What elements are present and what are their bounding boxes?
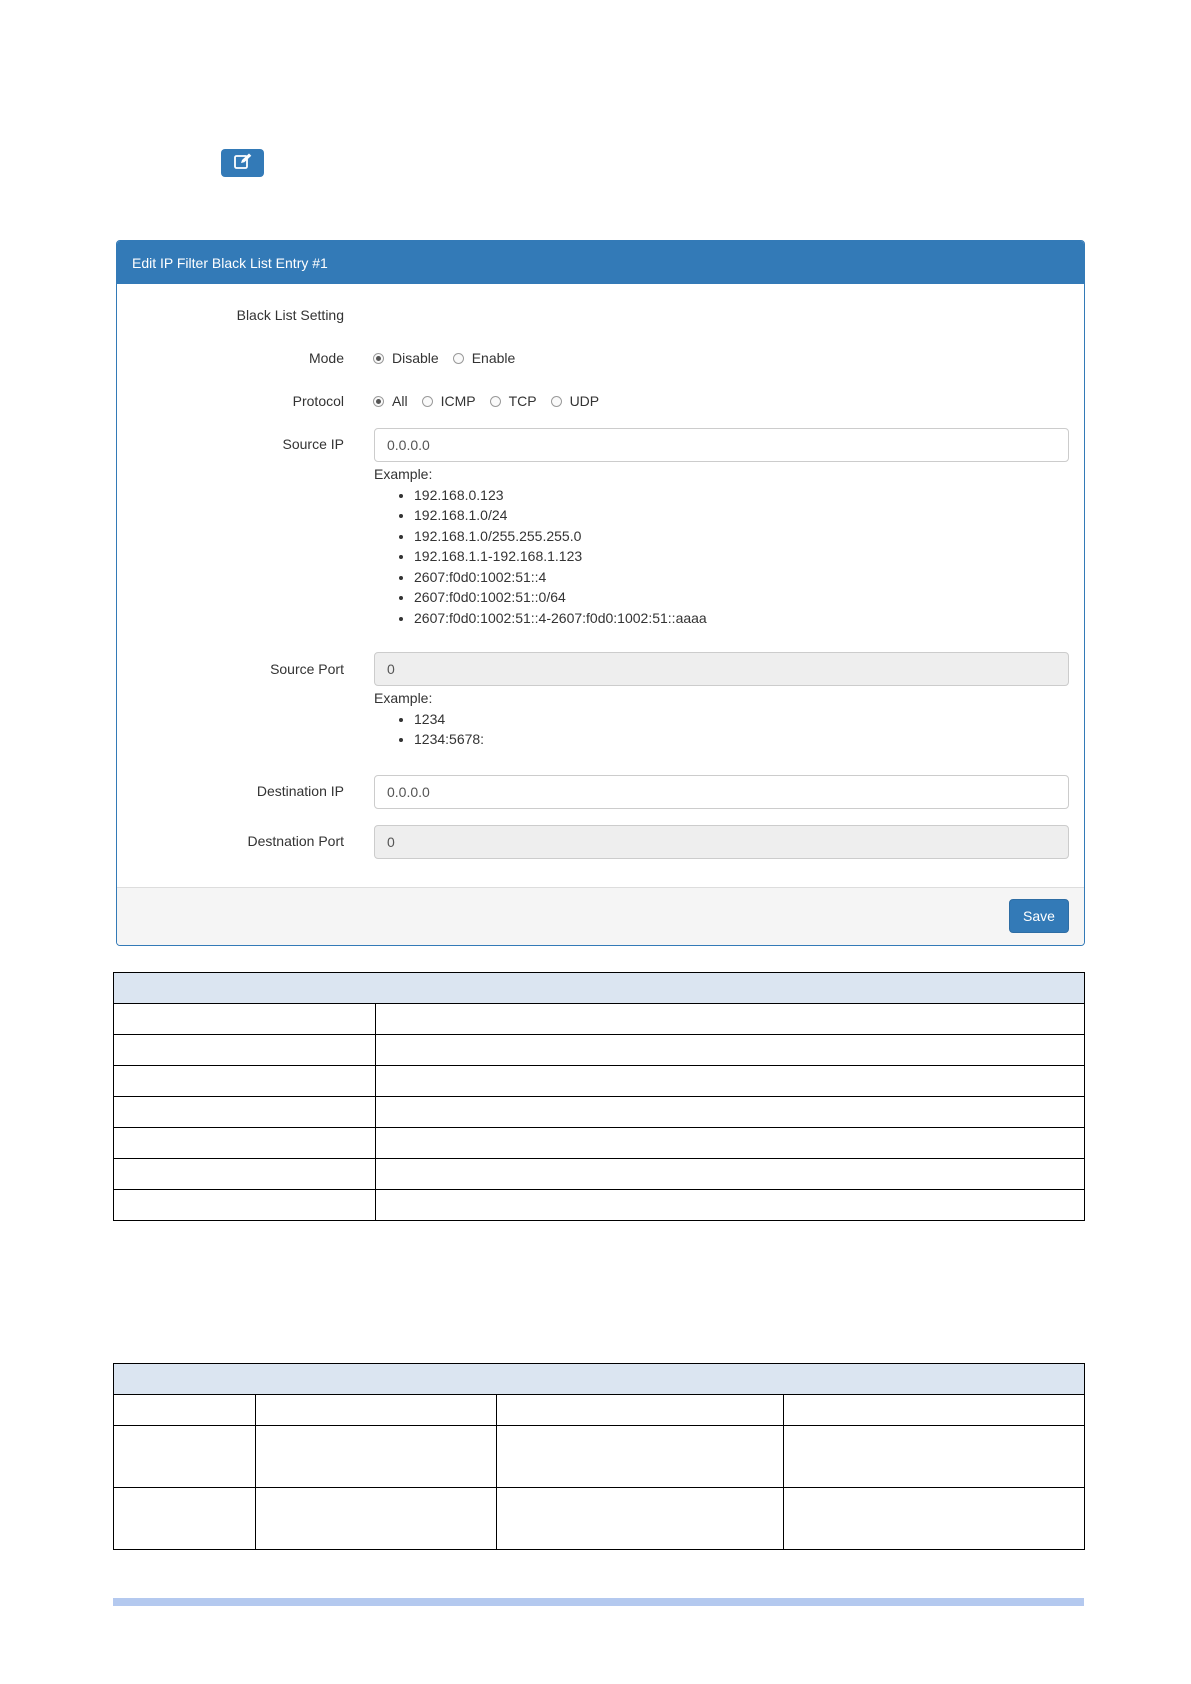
table-cell <box>113 1034 376 1066</box>
list-item: 1234 <box>414 709 484 730</box>
source-port-label: Source Port <box>270 661 344 677</box>
list-item: 192.168.0.123 <box>414 485 707 506</box>
table-row <box>113 1065 1085 1097</box>
table-cell <box>113 1363 1085 1395</box>
table-cell <box>113 1158 376 1190</box>
mode-radio-group: Disable Enable <box>373 350 529 366</box>
table-row <box>113 1394 1085 1426</box>
table-cell <box>113 1127 376 1159</box>
list-item: 192.168.1.0/24 <box>414 505 707 526</box>
table-cell <box>113 1487 256 1550</box>
page-footer-bar <box>113 1598 1084 1606</box>
table-row <box>113 1034 1085 1066</box>
protocol-tcp-radio[interactable] <box>489 395 501 407</box>
table-row <box>113 1127 1085 1159</box>
table-row <box>113 1425 1085 1488</box>
table-cell <box>783 1425 1085 1488</box>
panel-title: Edit IP Filter Black List Entry #1 <box>132 254 328 271</box>
table-cell <box>113 1096 376 1128</box>
mode-enable-label: Enable <box>471 350 516 366</box>
source-ip-example-label: Example: <box>374 466 433 482</box>
protocol-udp-label: UDP <box>569 393 600 409</box>
destination-ip-input[interactable]: 0.0.0.0 <box>374 775 1069 809</box>
table-row <box>113 1189 1085 1221</box>
table-cell <box>375 1127 1085 1159</box>
list-item: 192.168.1.1-192.168.1.123 <box>414 546 707 567</box>
destination-port-input: 0 <box>374 825 1069 859</box>
protocol-all-label: All <box>392 393 408 409</box>
table-header-row <box>113 1363 1085 1395</box>
destination-ip-label: Destination IP <box>256 783 344 799</box>
empty-table-2 <box>113 1363 1085 1550</box>
list-item: 2607:f0d0:1002:51::0/64 <box>414 587 707 608</box>
source-ip-examples: Example: 192.168.0.123 192.168.1.0/24 19… <box>374 464 707 628</box>
table-cell <box>375 1003 1085 1035</box>
table-cell <box>496 1487 784 1550</box>
protocol-all-radio[interactable] <box>373 395 384 407</box>
save-button[interactable]: Save <box>1009 899 1069 933</box>
edit-button[interactable] <box>221 149 264 177</box>
table-cell <box>113 1189 376 1221</box>
source-port-example-label: Example: <box>374 690 433 706</box>
table-cell <box>255 1425 497 1488</box>
table-row <box>113 1003 1085 1035</box>
protocol-udp-radio[interactable] <box>550 395 562 407</box>
mode-enable-radio[interactable] <box>452 352 464 364</box>
source-port-value: 0 <box>387 661 395 677</box>
edit-icon <box>233 153 252 174</box>
mode-label: Mode <box>308 350 344 366</box>
table-cell <box>113 1425 256 1488</box>
destination-port-value: 0 <box>387 834 395 850</box>
mode-disable-label: Disable <box>392 350 439 366</box>
destination-ip-value: 0.0.0.0 <box>387 784 430 800</box>
table-header-row <box>113 972 1085 1004</box>
section-title: Black List Setting <box>236 307 344 323</box>
protocol-icmp-radio[interactable] <box>421 395 433 407</box>
list-item: 2607:f0d0:1002:51::4 <box>414 567 707 588</box>
source-ip-label: Source IP <box>282 436 344 452</box>
table-cell <box>375 1096 1085 1128</box>
table-cell <box>375 1189 1085 1221</box>
protocol-radio-group: All ICMP TCP UDP <box>373 393 613 409</box>
panel-heading: Edit IP Filter Black List Entry #1 <box>117 241 1084 284</box>
source-ip-value: 0.0.0.0 <box>387 437 430 453</box>
table-cell <box>496 1425 784 1488</box>
list-item: 192.168.1.0/255.255.255.0 <box>414 526 707 547</box>
table-cell <box>375 1158 1085 1190</box>
table-cell <box>113 972 1085 1004</box>
table-row <box>113 1158 1085 1190</box>
panel-footer: Save <box>117 887 1084 945</box>
table-cell <box>113 1394 256 1426</box>
table-cell <box>783 1487 1085 1550</box>
table-cell <box>113 1065 376 1097</box>
mode-disable-radio[interactable] <box>373 352 384 364</box>
protocol-icmp-label: ICMP <box>440 393 476 409</box>
table-cell <box>496 1394 784 1426</box>
table-cell <box>375 1034 1085 1066</box>
source-port-examples: Example: 1234 1234:5678: <box>374 688 484 750</box>
table-row <box>113 1487 1085 1550</box>
table-cell <box>255 1487 497 1550</box>
list-item: 2607:f0d0:1002:51::4-2607:f0d0:1002:51::… <box>414 608 707 629</box>
protocol-label: Protocol <box>292 393 344 409</box>
protocol-tcp-label: TCP <box>508 393 537 409</box>
list-item: 1234:5678: <box>414 729 484 750</box>
destination-port-label: Destnation Port <box>247 833 345 849</box>
source-port-input: 0 <box>374 652 1069 686</box>
source-ip-input[interactable]: 0.0.0.0 <box>374 428 1069 462</box>
table-row <box>113 1096 1085 1128</box>
table-cell <box>783 1394 1085 1426</box>
empty-table-1 <box>113 972 1085 1221</box>
edit-entry-panel: Edit IP Filter Black List Entry #1 Black… <box>116 240 1085 946</box>
table-cell <box>255 1394 497 1426</box>
table-cell <box>375 1065 1085 1097</box>
table-cell <box>113 1003 376 1035</box>
